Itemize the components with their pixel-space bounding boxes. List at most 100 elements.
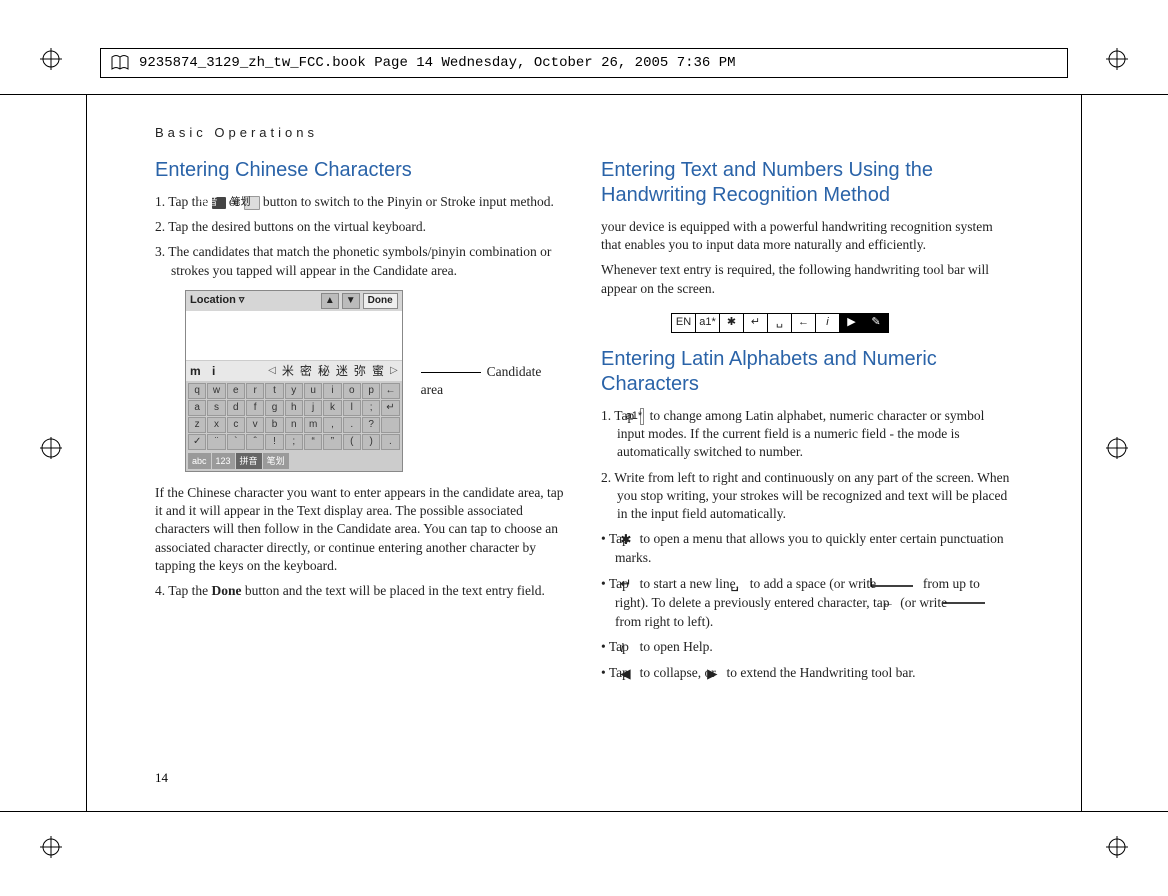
cropmark-icon	[40, 836, 62, 858]
key: p	[362, 383, 380, 399]
key: c	[227, 417, 245, 433]
key: f	[246, 400, 264, 416]
key: ;	[362, 400, 380, 416]
key: (	[343, 434, 361, 450]
key: r	[246, 383, 264, 399]
key: w	[207, 383, 225, 399]
figure-textarea	[186, 311, 402, 361]
done-button: Done	[363, 293, 398, 309]
register-target-icon	[1106, 437, 1128, 459]
key: ✓	[188, 434, 206, 450]
key: y	[285, 383, 303, 399]
print-header: 9235874_3129_zh_tw_FCC.book Page 14 Wedn…	[100, 48, 1068, 78]
key: ,	[323, 417, 341, 433]
pen-icon: ✎	[864, 314, 888, 332]
cropmark-icon	[1106, 48, 1128, 70]
key: !	[265, 434, 283, 450]
left-column: Entering Chinese Characters 1. Tap the 拼…	[155, 158, 567, 690]
r-step-2: 2. Write from left to right and continuo…	[601, 469, 1013, 524]
key: g	[265, 400, 283, 416]
lang-indicator: EN	[672, 314, 696, 332]
paragraph-hw-intro: your device is equipped with a powerful …	[601, 218, 1013, 254]
key: .	[381, 434, 399, 450]
step-4: 4. Tap the Done button and the text will…	[155, 582, 567, 600]
key	[381, 417, 399, 433]
key: q	[188, 383, 206, 399]
key: j	[304, 400, 322, 416]
key: ↵	[381, 400, 399, 416]
bullet-collapse-extend: • Tap ◀ to collapse, or ▶ to extend the …	[601, 664, 1013, 683]
cropmark-icon	[40, 48, 62, 70]
key: k	[323, 400, 341, 416]
key: ?	[362, 417, 380, 433]
cropmark-icon	[1106, 836, 1128, 858]
key: ¨	[207, 434, 225, 450]
key: i	[323, 383, 341, 399]
mode-row: abc 123 拼音 笔划	[186, 452, 402, 471]
next-icon: ▷	[390, 364, 398, 378]
up-icon: ▲	[321, 293, 339, 309]
heading-handwriting: Entering Text and Numbers Using the Hand…	[601, 158, 1013, 208]
key: t	[265, 383, 283, 399]
key: “	[304, 434, 322, 450]
step-3: 3. The candidates that match the phoneti…	[155, 243, 567, 279]
book-icon	[111, 55, 129, 71]
heading-entering-chinese: Entering Chinese Characters	[155, 158, 567, 183]
candidate-row: m i ◁ 米 密 秘 迷 弥 蜜 ▷	[186, 361, 402, 381]
right-column: Entering Text and Numbers Using the Hand…	[601, 158, 1013, 690]
handwriting-toolbar-figure: EN a1* ✱ ↵ ␣ ← i ▶ ✎	[671, 313, 889, 333]
key: `	[227, 434, 245, 450]
delete-gesture-icon	[955, 594, 987, 612]
r-step-1: 1. Tap a1* to change among Latin alphabe…	[601, 407, 1013, 462]
key: ”	[323, 434, 341, 450]
key: ˆ	[246, 434, 264, 450]
key: a	[188, 400, 206, 416]
down-icon: ▼	[342, 293, 360, 309]
key: x	[207, 417, 225, 433]
virtual-keyboard: qwertyuiop← asdfghjkl;↵ zxcvbnm,.? ✓¨`ˆ!…	[186, 381, 402, 452]
key: m	[304, 417, 322, 433]
space-icon: ␣	[768, 314, 792, 332]
key: ←	[381, 383, 399, 399]
backspace-icon: ←	[792, 314, 816, 332]
prev-icon: ◁	[268, 364, 276, 378]
typed-pinyin: m i	[190, 363, 219, 379]
key: z	[188, 417, 206, 433]
key: h	[285, 400, 303, 416]
figure-title: Location ▿	[190, 293, 244, 308]
stroke-button-icon: 笔划	[244, 196, 260, 210]
pinyin-button-icon: 拼音	[212, 197, 226, 209]
space-gesture-icon	[883, 575, 915, 593]
expand-icon: ▶	[840, 314, 864, 332]
step-2: 2. Tap the desired buttons on the virtua…	[155, 218, 567, 236]
paragraph-candidate: If the Chinese character you want to ent…	[155, 484, 567, 575]
key: l	[343, 400, 361, 416]
key: b	[265, 417, 283, 433]
key: s	[207, 400, 225, 416]
key: u	[304, 383, 322, 399]
register-target-icon	[40, 437, 62, 459]
step-1: 1. Tap the 拼音 or 笔划 button to switch to …	[155, 193, 567, 211]
key: n	[285, 417, 303, 433]
asterisk-icon: ✱	[720, 314, 744, 332]
section-header: Basic Operations	[155, 125, 1013, 140]
key: e	[227, 383, 245, 399]
bullet-newline-space-delete: • Tap ↵ to start a new line, ␣ to add a …	[601, 575, 1013, 631]
page-number: 14	[155, 770, 168, 786]
key: d	[227, 400, 245, 416]
paragraph-hw-toolbar: Whenever text entry is required, the fol…	[601, 261, 1013, 297]
print-header-text: 9235874_3129_zh_tw_FCC.book Page 14 Wedn…	[139, 55, 736, 71]
mode-indicator: a1*	[696, 314, 720, 332]
bullet-punctuation: • Tap ✱ to open a menu that allows you t…	[601, 530, 1013, 567]
heading-latin: Entering Latin Alphabets and Numeric Cha…	[601, 347, 1013, 397]
keyboard-figure: Location ▿ ▲ ▼ Done m i ◁ 米 密 秘	[185, 290, 403, 472]
key: .	[343, 417, 361, 433]
key: o	[343, 383, 361, 399]
help-icon: i	[816, 314, 840, 332]
key: v	[246, 417, 264, 433]
return-icon: ↵	[744, 314, 768, 332]
mode-icon: a1*	[640, 408, 645, 425]
key: ;	[285, 434, 303, 450]
bullet-help: • Tap i to open Help.	[601, 638, 1013, 657]
key: )	[362, 434, 380, 450]
